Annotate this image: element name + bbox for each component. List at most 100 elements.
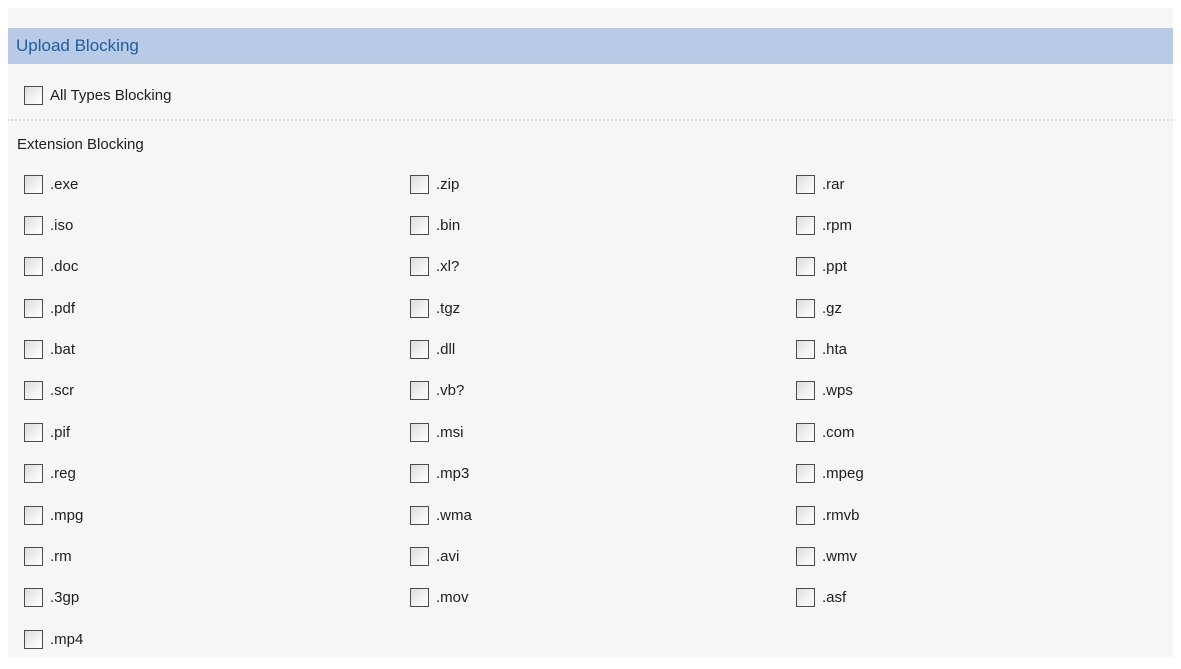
extension-option[interactable]: .doc [24,255,410,279]
extension-option[interactable]: .wma [410,503,796,527]
extension-checkbox[interactable] [24,340,43,360]
extension-checkbox[interactable] [24,588,43,608]
extension-checkbox[interactable] [796,340,815,360]
extension-checkbox[interactable] [24,215,43,235]
extension-option[interactable]: .reg [24,462,410,486]
upload-blocking-panel: Upload Blocking All Types Blocking Exten… [8,8,1173,657]
extension-checkbox[interactable] [410,174,429,194]
extension-label: .rm [50,548,72,566]
extension-option[interactable]: .iso [24,213,410,237]
extension-label: .3gp [50,589,80,607]
extension-option[interactable]: .msi [410,420,796,444]
extension-option[interactable]: .scr [24,379,410,403]
extension-label: .xl? [436,258,460,276]
extension-label: .dll [436,341,456,359]
extension-checkbox[interactable] [24,505,43,525]
extension-label: .ppt [822,258,848,276]
extension-label: .pdf [50,299,76,317]
extension-label: .rmvb [822,506,860,524]
extension-checkbox[interactable] [410,340,429,360]
extension-label: .avi [436,548,460,566]
extension-checkbox[interactable] [24,381,43,401]
extension-label: .iso [50,216,74,234]
extension-checkbox[interactable] [24,422,43,442]
all-types-blocking-label: All Types Blocking [50,86,172,104]
extension-checkbox[interactable] [24,629,43,649]
extension-checkbox[interactable] [410,505,429,525]
extension-checkbox[interactable] [410,547,429,567]
extension-checkbox[interactable] [796,422,815,442]
extension-option[interactable]: .exe [24,172,410,196]
extension-option[interactable]: .mpeg [796,462,1164,486]
extension-checkbox[interactable] [24,464,43,484]
extension-option[interactable]: .pdf [24,296,410,320]
extension-label: .vb? [436,382,465,400]
extension-label: .msi [436,423,464,441]
extension-option[interactable]: .mp4 [24,627,410,651]
extension-option[interactable]: .ppt [796,255,1164,279]
extension-label: .doc [50,258,79,276]
extension-checkbox-grid: .exe .zip .rar .iso .bin .rpm .doc .xl? .ppt .pdf… [24,172,1164,669]
extension-option[interactable]: .vb? [410,379,796,403]
extension-label: .asf [822,589,847,607]
extension-checkbox[interactable] [410,422,429,442]
extension-checkbox[interactable] [410,588,429,608]
extension-label: .rar [822,175,845,193]
extension-checkbox[interactable] [410,257,429,277]
extension-option[interactable]: .rmvb [796,503,1164,527]
all-types-blocking-checkbox[interactable] [24,85,43,105]
extension-option[interactable]: .com [796,420,1164,444]
extension-option[interactable]: .bin [410,213,796,237]
extension-option[interactable]: .xl? [410,255,796,279]
extension-checkbox[interactable] [796,588,815,608]
extension-label: .gz [822,299,843,317]
extension-checkbox[interactable] [24,257,43,277]
extension-checkbox[interactable] [410,298,429,318]
extension-option[interactable]: .rpm [796,213,1164,237]
extension-checkbox[interactable] [796,464,815,484]
extension-option[interactable]: .pif [24,420,410,444]
extension-label: .bat [50,341,76,359]
extension-label: .wma [436,506,472,524]
extension-option[interactable]: .tgz [410,296,796,320]
extension-checkbox[interactable] [24,547,43,567]
extension-checkbox[interactable] [796,174,815,194]
extension-label: .wps [822,382,853,400]
extension-option[interactable]: .asf [796,586,1164,610]
extension-option[interactable]: .3gp [24,586,410,610]
extension-checkbox[interactable] [410,381,429,401]
extension-checkbox[interactable] [24,298,43,318]
extension-option[interactable]: .avi [410,545,796,569]
extension-checkbox[interactable] [796,547,815,567]
extension-label: .wmv [822,548,857,566]
extension-checkbox[interactable] [796,298,815,318]
extension-option[interactable]: .rar [796,172,1164,196]
extension-checkbox[interactable] [24,174,43,194]
extension-checkbox[interactable] [410,464,429,484]
extension-option[interactable]: .bat [24,338,410,362]
extension-option[interactable]: .wmv [796,545,1164,569]
extension-option[interactable]: .zip [410,172,796,196]
extension-option[interactable]: .mpg [24,503,410,527]
extension-label: .reg [50,465,76,483]
extension-checkbox[interactable] [796,215,815,235]
extension-option[interactable]: .gz [796,296,1164,320]
extension-label: .bin [436,216,461,234]
extension-option[interactable]: .hta [796,338,1164,362]
extension-option[interactable]: .mp3 [410,462,796,486]
extension-checkbox[interactable] [796,257,815,277]
extension-label: .zip [436,175,460,193]
extension-label: .mpg [50,506,84,524]
extension-label: .mp3 [436,465,470,483]
extension-label: .hta [822,341,848,359]
section-title: Upload Blocking [8,28,1173,64]
extension-option[interactable]: .mov [410,586,796,610]
extension-checkbox[interactable] [796,505,815,525]
extension-option[interactable]: .dll [410,338,796,362]
extension-label: .mpeg [822,465,864,483]
all-types-blocking-option[interactable]: All Types Blocking [24,83,171,107]
extension-option[interactable]: .rm [24,545,410,569]
extension-checkbox[interactable] [796,381,815,401]
extension-checkbox[interactable] [410,215,429,235]
extension-option[interactable]: .wps [796,379,1164,403]
